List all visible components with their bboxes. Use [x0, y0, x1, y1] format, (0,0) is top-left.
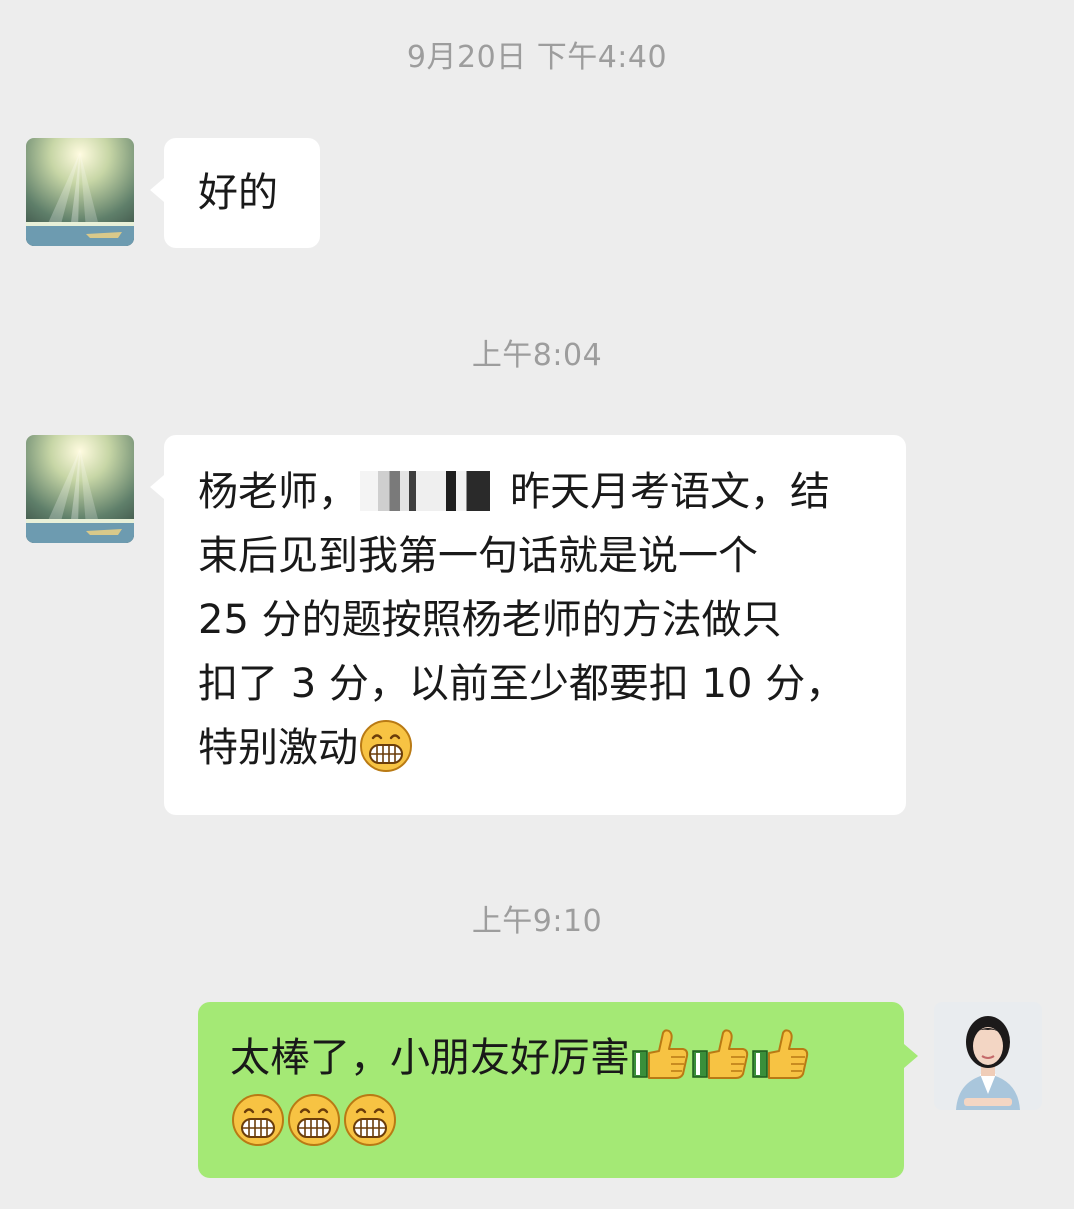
grinning-face-emoji-icon: [231, 1093, 285, 1147]
contact-avatar[interactable]: [26, 435, 134, 543]
message-bubble-incoming[interactable]: 杨老师， 昨天月考语文，结 束后见到我第一句话就是说一个 25 分的题按照杨老师的…: [164, 435, 906, 815]
timestamp-3: 上午9:10: [471, 904, 603, 939]
self-avatar[interactable]: [934, 1002, 1042, 1110]
grinning-face-emoji-icon: [287, 1093, 341, 1147]
timestamp-1: 9月20日 下午4:40: [406, 40, 668, 75]
woman-portrait-icon: [934, 1002, 1042, 1110]
message-line-3: 25 分的题按照杨老师的方法做只: [198, 597, 782, 643]
message-line-2: [230, 1090, 874, 1154]
message-text: 特别激动: [198, 725, 358, 771]
thumbs-up-emoji-icon: [691, 1027, 749, 1081]
bubble-tail: [904, 1044, 918, 1068]
message-line-2: 束后见到我第一句话就是说一个: [198, 533, 758, 579]
sunlight-sea-painting-icon: [26, 435, 134, 543]
message-text: 太棒了，小朋友好厉害: [230, 1035, 630, 1081]
thumbs-up-emoji-icon: [631, 1027, 689, 1081]
grinning-face-emoji-icon: [343, 1093, 397, 1147]
bubble-tail: [150, 178, 164, 202]
message-line-1: 太棒了，小朋友好厉害: [230, 1026, 874, 1090]
contact-avatar[interactable]: [26, 138, 134, 246]
message-line-1: 杨老师， 昨天月考语文，结: [198, 460, 876, 524]
redacted-name-mosaic: [360, 471, 508, 511]
message-line-5: 特别激动: [198, 716, 876, 780]
bubble-tail: [150, 475, 164, 499]
message-bubble-incoming[interactable]: 好的: [164, 138, 320, 248]
message-text: 杨老师，: [198, 469, 358, 515]
sunlight-sea-painting-icon: [26, 138, 134, 246]
grinning-face-emoji-icon: [359, 719, 413, 773]
message-bubble-outgoing[interactable]: 太棒了，小朋友好厉害: [198, 1002, 904, 1178]
thumbs-up-emoji-icon: [751, 1027, 809, 1081]
message-text: 昨天月考语文，结: [510, 469, 830, 515]
timestamp-2: 上午8:04: [471, 338, 603, 373]
message-text: 好的: [198, 170, 278, 216]
message-line-4: 扣了 3 分，以前至少都要扣 10 分，: [198, 661, 846, 707]
